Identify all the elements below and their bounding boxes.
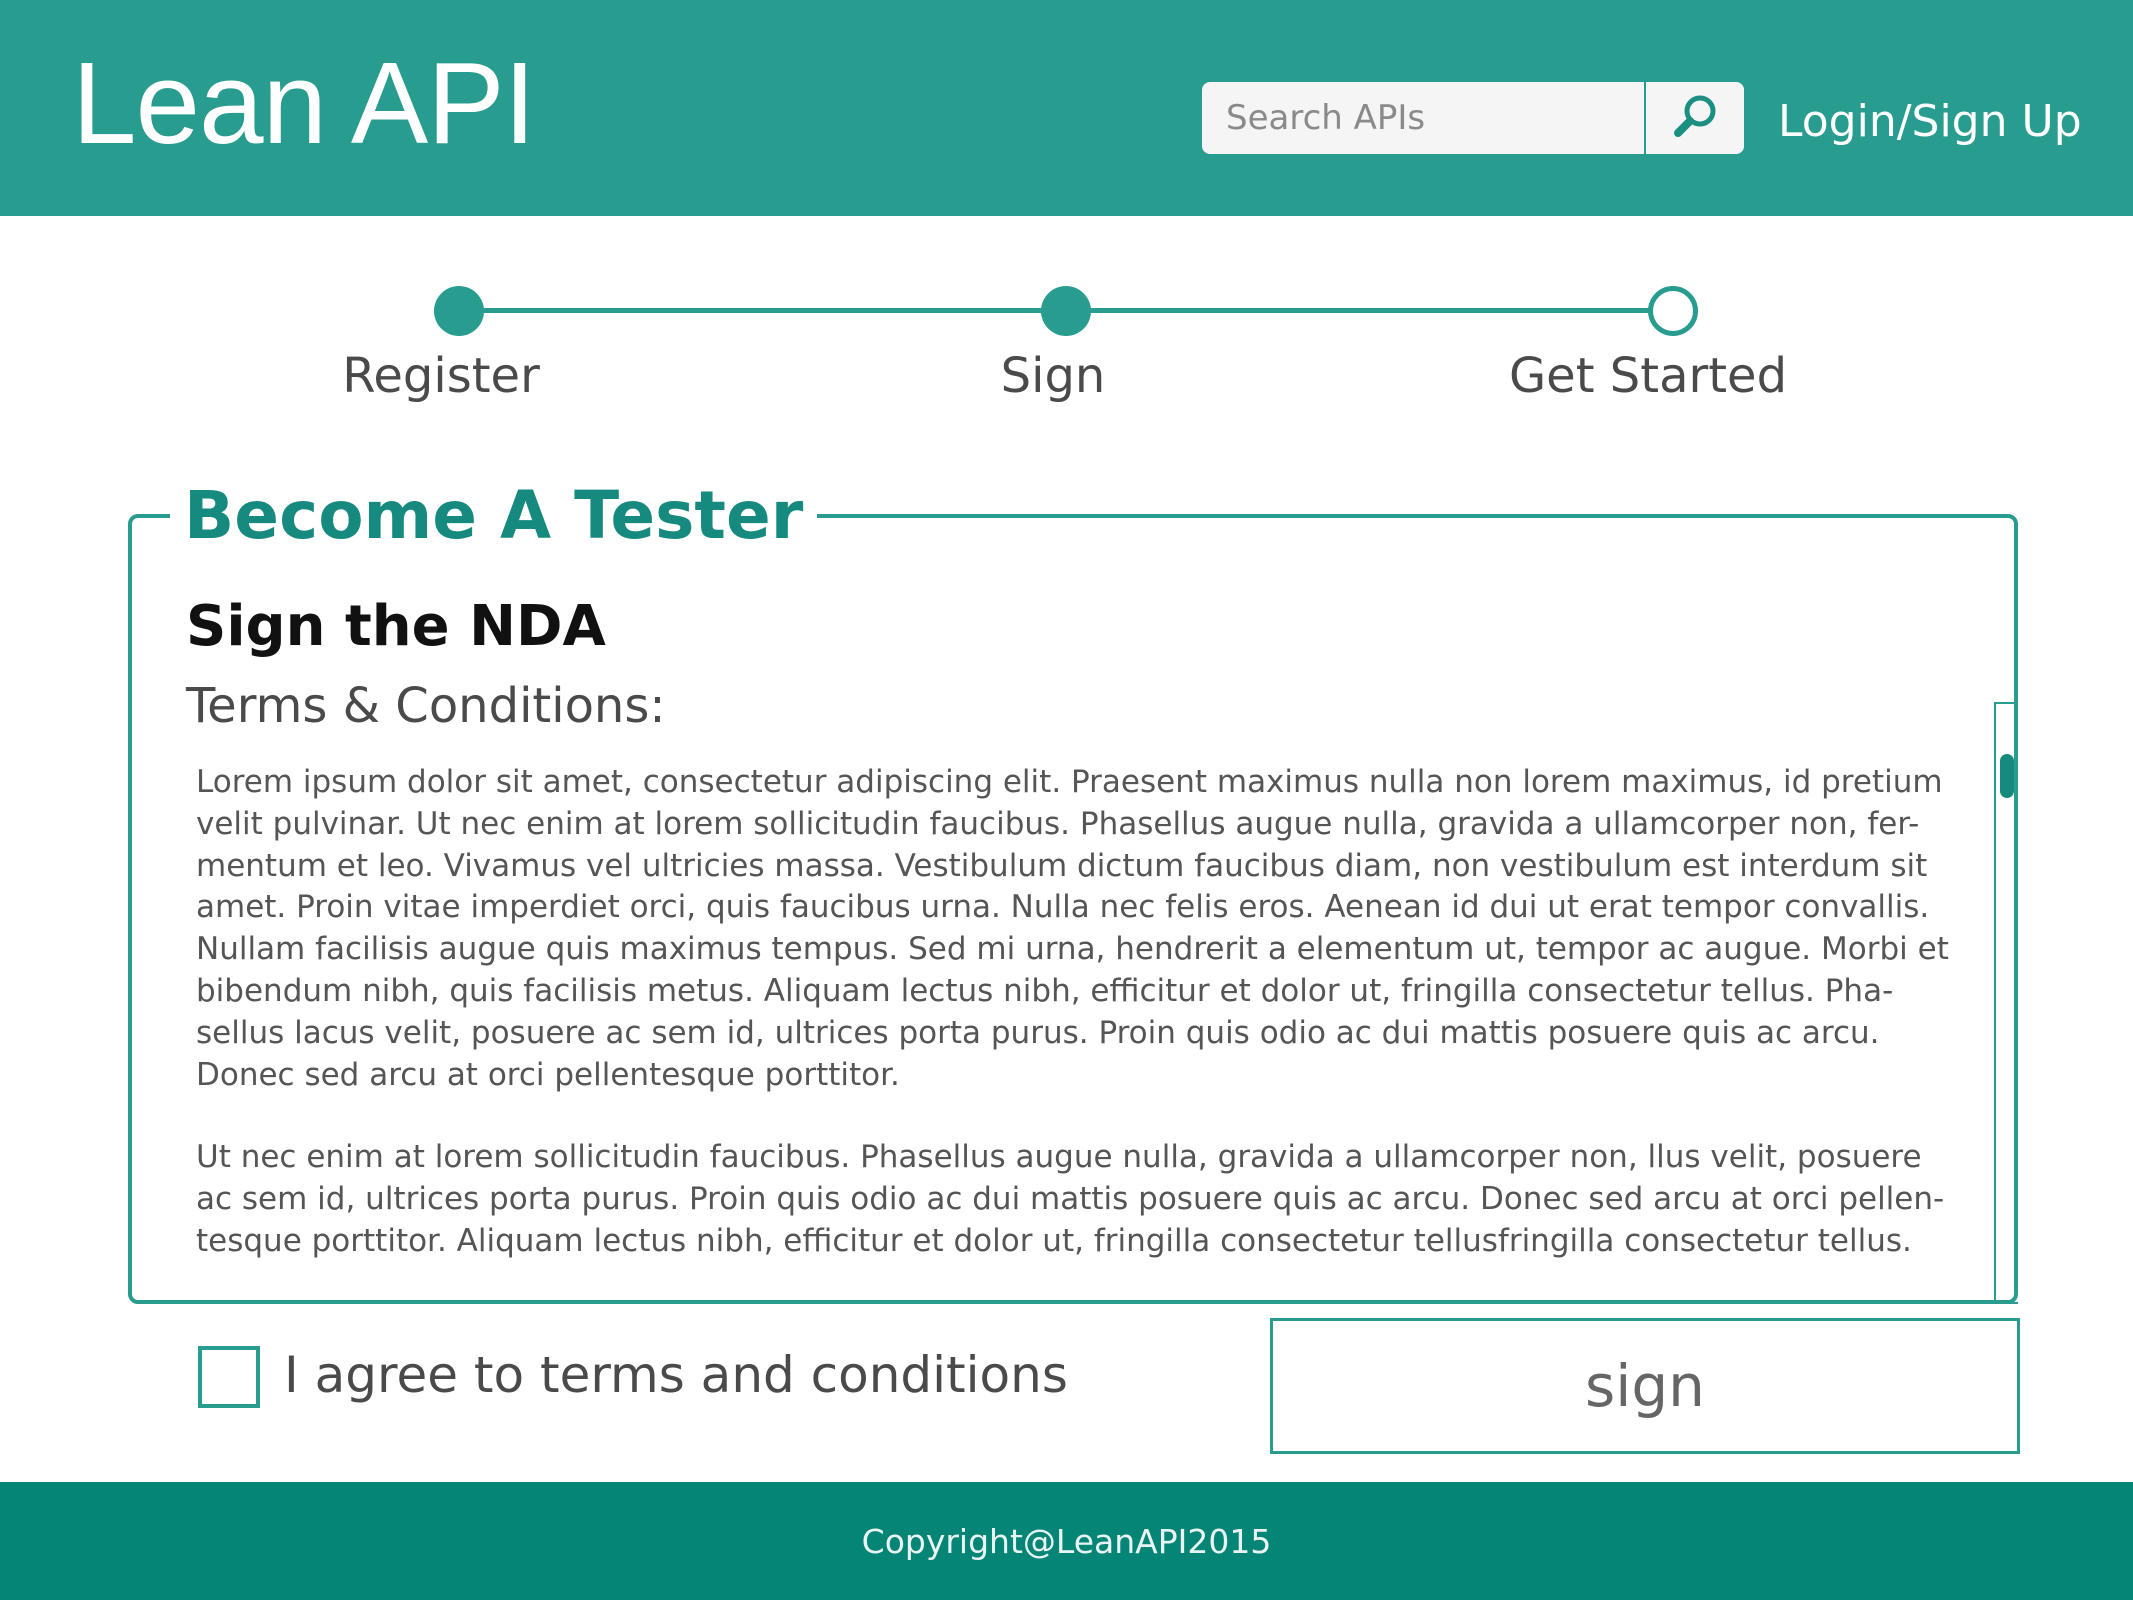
footer-bar: Copyright@LeanAPI2015 <box>0 1482 2133 1600</box>
terms-content: Lorem ipsum dolor sit amet, consectetur … <box>196 762 1956 1304</box>
search-button[interactable] <box>1644 82 1744 154</box>
search-box <box>1202 82 1744 154</box>
step-dot-get-started <box>1648 286 1698 336</box>
step-connector <box>470 308 1070 313</box>
step-dot-register <box>434 286 484 336</box>
header-bar: Lean API Login/Sign Up <box>0 0 2133 216</box>
nda-title: Sign the NDA <box>186 594 606 659</box>
terms-paragraph: Ut nec enim at lorem sollicitudin faucib… <box>196 1139 1945 1259</box>
step-connector <box>1080 308 1670 313</box>
step-label-sign: Sign <box>1000 348 1106 404</box>
step-label-register: Register <box>342 348 540 404</box>
step-dot-sign <box>1041 286 1091 336</box>
sign-button[interactable]: sign <box>1270 1318 2020 1454</box>
app-logo[interactable]: Lean API <box>72 38 536 168</box>
search-input[interactable] <box>1202 82 1644 154</box>
scrollbar-thumb[interactable] <box>2000 754 2014 798</box>
progress-stepper: Register Sign Get Started <box>0 280 2133 420</box>
step-label-get-started: Get Started <box>1508 348 1788 404</box>
terms-heading: Terms & Conditions: <box>186 678 666 734</box>
login-signup-link[interactable]: Login/Sign Up <box>1778 96 2082 147</box>
search-icon <box>1670 91 1720 145</box>
panel-legend: Become A Tester <box>170 476 818 556</box>
terms-scrollbar[interactable] <box>1994 702 2018 1304</box>
agree-label[interactable]: I agree to terms and conditions <box>284 1346 1068 1404</box>
terms-paragraph: Lorem ipsum dolor sit amet, consectetur … <box>196 764 1949 1093</box>
copyright-text: Copyright@LeanAPI2015 <box>861 1521 1272 1561</box>
agree-checkbox[interactable] <box>198 1346 260 1408</box>
